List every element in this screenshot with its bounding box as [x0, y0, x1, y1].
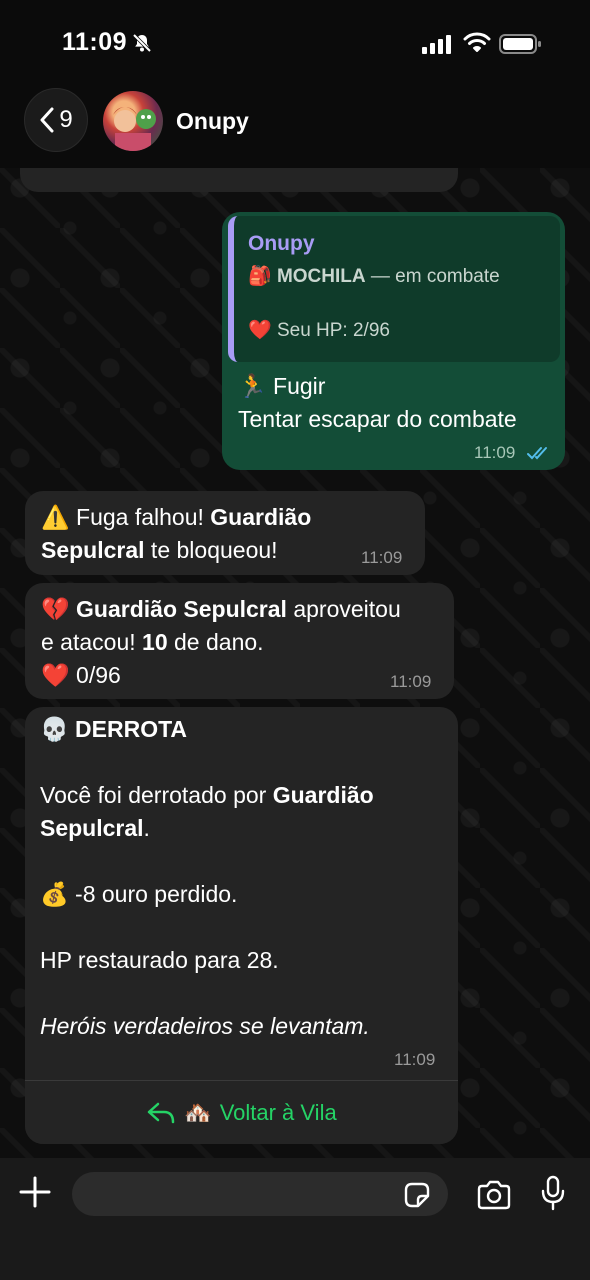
message-time: 11:09: [394, 1050, 436, 1069]
money-bag-icon: 💰: [40, 881, 69, 907]
heart-icon: ❤️: [41, 662, 70, 688]
chat-header: [0, 78, 590, 168]
quick-reply-label: Voltar à Vila: [219, 1099, 337, 1125]
heart-icon: ❤️: [248, 320, 272, 341]
quote-line-hp: ❤️ Seu HP: 2/96: [248, 320, 390, 341]
previous-message-bubble: [20, 168, 458, 192]
action-description: Tentar escapar do combate: [238, 406, 517, 432]
quoted-message[interactable]: Onupy 🎒 MOCHILA — em combate ❤️ Seu HP: …: [228, 216, 560, 362]
motto-text: Heróis verdadeiros se levantam.: [40, 1013, 370, 1039]
skull-icon: 💀: [40, 716, 69, 742]
contact-name[interactable]: Onupy: [176, 108, 249, 135]
plus-icon[interactable]: [18, 1175, 52, 1209]
back-button[interactable]: 9: [24, 88, 88, 152]
incoming-message[interactable]: [25, 707, 458, 1144]
contact-avatar[interactable]: [103, 91, 163, 151]
hp-restored: HP restaurado para 28.: [40, 947, 279, 973]
avatar-image: [113, 107, 156, 151]
village-icon: 🏘️: [184, 1099, 212, 1125]
chevron-left-icon: [40, 107, 54, 133]
silent-bell-icon: [132, 33, 152, 53]
message-text: ⚠️ Fuga falhou! Guardião Sepulcral te bl…: [41, 504, 312, 563]
runner-icon: 🏃: [238, 373, 267, 399]
broken-heart-icon: 💔: [41, 596, 70, 622]
battery-icon: [499, 34, 541, 54]
reply-arrow-icon: [148, 1102, 175, 1123]
message-time: 11:09: [390, 672, 432, 691]
quick-reply-button[interactable]: 🏘️ Voltar à Vila: [25, 1080, 458, 1144]
sticker-icon[interactable]: [402, 1180, 432, 1210]
defeat-title: 💀 DERROTA: [40, 716, 188, 742]
backpack-icon: 🎒: [248, 266, 272, 287]
unread-count: 9: [59, 106, 73, 133]
message-time: 11:09: [474, 443, 516, 462]
gold-lost: 💰 -8 ouro perdido.: [40, 881, 238, 907]
warning-icon: ⚠️: [41, 504, 70, 530]
status-time: 11:09: [62, 28, 128, 56]
signal-icon: [422, 35, 451, 54]
wifi-icon: [463, 32, 491, 52]
message-input[interactable]: [72, 1172, 448, 1216]
message-text: 💔 Guardião Sepulcral aproveitou e atacou…: [41, 596, 401, 688]
camera-icon[interactable]: [476, 1180, 512, 1210]
quote-author: Onupy: [248, 232, 315, 255]
quote-line-inventory: 🎒 MOCHILA — em combate: [248, 266, 500, 287]
read-receipt-icon: [527, 447, 547, 460]
action-title: 🏃 Fugir: [238, 373, 326, 399]
defeat-description: Você foi derrotado por Guardião Sepulcra…: [40, 782, 374, 841]
message-time: 11:09: [361, 548, 403, 567]
microphone-icon[interactable]: [540, 1175, 566, 1211]
